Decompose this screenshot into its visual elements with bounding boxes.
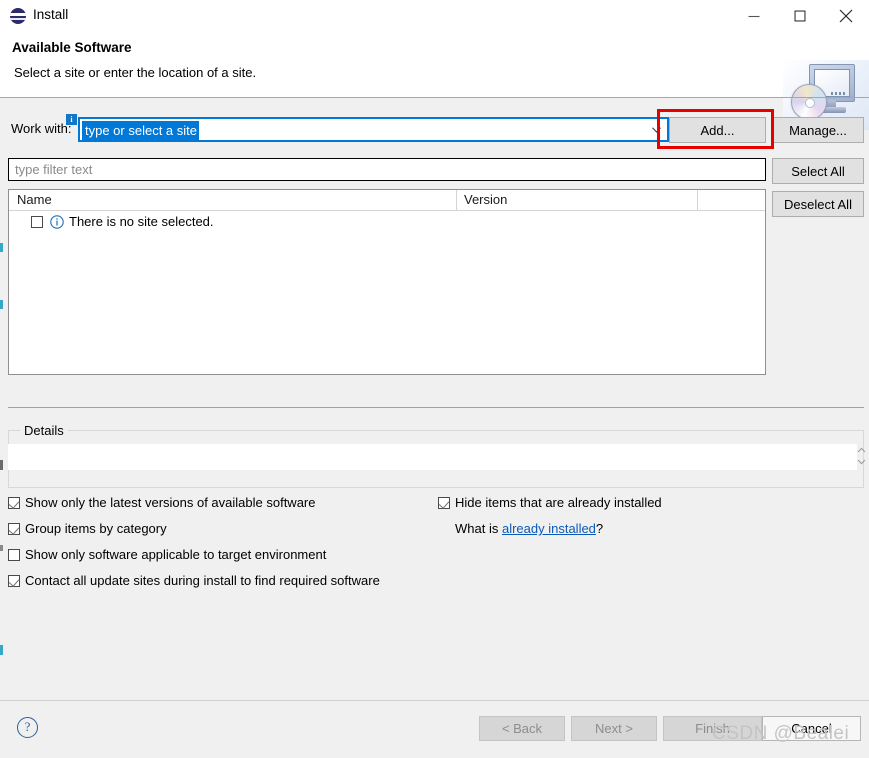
what-is-installed-text: What is already installed? [455,521,603,536]
background-window-artifact [0,460,3,470]
close-icon [840,9,853,22]
finish-button[interactable]: Finish [663,716,762,741]
header-divider [0,97,869,98]
row-name-cell: There is no site selected. [69,214,214,229]
checkbox-box[interactable] [438,497,450,509]
info-icon [50,215,64,229]
manage-button[interactable]: Manage... [772,117,864,143]
page-title: Available Software [12,40,132,55]
already-installed-link[interactable]: already installed [502,521,596,536]
column-divider[interactable] [697,190,698,211]
eclipse-icon [10,8,26,24]
background-window-artifact [0,545,3,551]
maximize-icon [795,10,806,21]
select-all-button[interactable]: Select All [772,158,864,184]
info-badge-icon: i [66,114,77,125]
close-button[interactable] [823,0,869,31]
checkbox-box[interactable] [8,497,20,509]
available-software-table[interactable]: Name Version There is no site selected. [8,189,766,375]
window-title: Install [33,7,68,22]
checkbox-label: Show only the latest versions of availab… [25,495,316,510]
details-divider [8,407,864,408]
maximize-button[interactable] [777,0,823,31]
page-subtitle: Select a site or enter the location of a… [14,65,256,80]
deselect-all-button[interactable]: Deselect All [772,191,864,217]
details-legend: Details [20,423,68,438]
details-text-area[interactable] [8,444,857,470]
checkbox-box[interactable] [8,575,20,587]
work-with-label: Work with: [11,121,71,136]
work-with-value: type or select a site [82,121,199,141]
chevron-down-icon[interactable] [652,127,661,133]
filter-input[interactable]: type filter text [8,158,766,181]
what-is-suffix: ? [596,521,603,536]
minimize-button[interactable] [731,0,777,31]
background-window-artifact [0,300,3,309]
footer-divider [0,700,869,701]
what-is-prefix: What is [455,521,502,536]
monitor-vents [831,92,847,95]
title-bar: Install [0,0,869,32]
install-dialog: Install Available Software Select a site… [0,0,869,758]
checkbox-label: Show only software applicable to target … [25,547,326,562]
minimize-icon [749,10,760,21]
column-divider[interactable] [456,190,457,211]
details-scrollbar[interactable] [856,446,867,468]
background-window-artifact [0,645,3,655]
background-window-artifact [0,243,3,252]
back-button[interactable]: < Back [479,716,565,741]
table-header: Name Version [9,190,765,211]
checkbox-box[interactable] [8,523,20,535]
checkbox-box[interactable] [8,549,20,561]
help-button[interactable]: ? [17,717,38,738]
checkbox-label: Hide items that are already installed [455,495,662,510]
checkbox-label: Contact all update sites during install … [25,573,380,588]
column-header-version[interactable]: Version [464,192,507,207]
row-checkbox[interactable] [31,216,43,228]
cd-disc-icon [791,84,827,120]
add-button[interactable]: Add... [669,117,766,143]
scroll-down-icon[interactable] [857,457,866,466]
next-button[interactable]: Next > [571,716,657,741]
dialog-header: Available Software Select a site or ente… [0,32,869,98]
table-row[interactable]: There is no site selected. [9,212,765,234]
checkbox-label: Group items by category [25,521,167,536]
cancel-button[interactable]: Cancel [762,716,861,741]
column-header-name[interactable]: Name [17,192,52,207]
scroll-up-icon[interactable] [857,446,866,455]
work-with-combobox[interactable]: type or select a site [78,117,669,142]
